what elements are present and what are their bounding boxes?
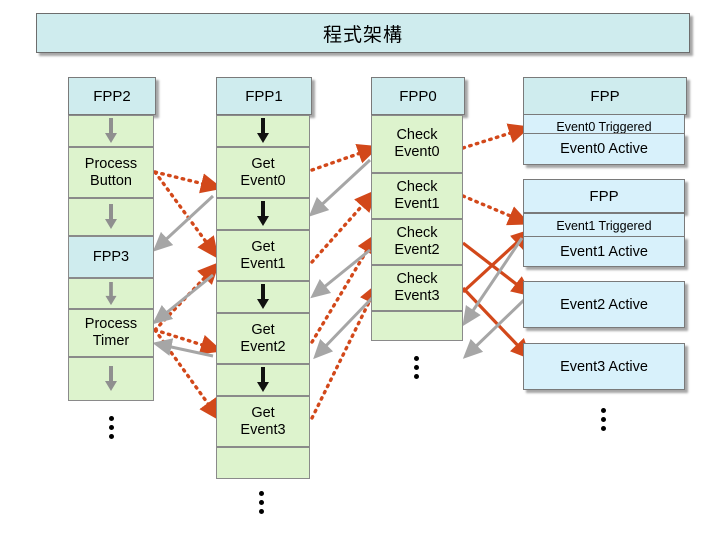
fpp2-arrow-cell-4 <box>68 357 154 401</box>
fpp0-check-event1-label: Check Event1 <box>394 179 440 212</box>
fpp-event1-triggered-label: Event1 Triggered <box>556 218 652 233</box>
fpp0-blank-cell <box>371 311 463 341</box>
column-header-fpp-label: FPP <box>590 87 620 105</box>
fpp-vertical-dots <box>592 404 614 435</box>
down-arrow-icon <box>257 284 269 309</box>
fpp1-arrow-cell-2 <box>216 198 310 230</box>
fpp0-check-event3-label: Check Event3 <box>394 271 440 304</box>
fpp1-get-event0: Get Event0 <box>216 147 310 198</box>
fpp-event0-active: Event0 Active <box>523 133 685 165</box>
fpp-event2-active-label: Event2 Active <box>560 296 648 313</box>
column-header-fpp1: FPP1 <box>216 77 312 115</box>
fpp-event2-active: Event2 Active <box>523 281 685 328</box>
fpp0-check-event2: Check Event2 <box>371 219 463 265</box>
column-header-fpp: FPP <box>523 77 687 115</box>
diagram-canvas: 程式架構 FPP2 FPP1 FPP0 FPP Process Button F… <box>0 0 720 540</box>
fpp2-process-button-label: Process Button <box>84 155 138 189</box>
down-arrow-icon <box>105 204 117 229</box>
fpp1-arrow-cell-4 <box>216 364 310 396</box>
fpp1-get-event1: Get Event1 <box>216 230 310 281</box>
fpp1-get-event3: Get Event3 <box>216 396 310 447</box>
column-header-fpp2-label: FPP2 <box>93 87 131 105</box>
fpp0-check-event0: Check Event0 <box>371 115 463 173</box>
down-arrow-icon <box>105 118 117 143</box>
column-header-fpp2: FPP2 <box>68 77 156 115</box>
fpp2-arrow-cell-2 <box>68 198 154 236</box>
fpp-event3-active: Event3 Active <box>523 343 685 390</box>
fpp2-arrow-cell-1 <box>68 115 154 147</box>
fpp-group-header-2: FPP <box>523 179 685 213</box>
fpp-event0-active-label: Event0 Active <box>560 141 648 157</box>
fpp2-process-button: Process Button <box>68 147 154 198</box>
fpp-event1-triggered: Event1 Triggered <box>523 213 685 238</box>
column-header-fpp0: FPP0 <box>371 77 465 115</box>
fpp1-blank-cell <box>216 447 310 479</box>
down-arrow-icon <box>257 201 269 226</box>
diagram-title-bar: 程式架構 <box>36 13 690 53</box>
fpp0-check-event3: Check Event3 <box>371 265 463 311</box>
fpp2-vertical-dots <box>100 412 122 443</box>
down-arrow-icon <box>257 367 269 392</box>
down-arrow-icon <box>257 118 269 143</box>
fpp-group-header-2-label: FPP <box>589 187 619 205</box>
down-arrow-icon <box>105 281 117 305</box>
fpp0-vertical-dots <box>405 352 427 383</box>
fpp1-arrow-cell-1 <box>216 115 310 147</box>
fpp1-get-event0-label: Get Event0 <box>240 155 286 189</box>
fpp2-fpp3-label: FPP3 <box>92 248 130 265</box>
fpp1-vertical-dots <box>250 487 272 518</box>
fpp1-get-event1-label: Get Event1 <box>240 238 286 272</box>
fpp2-process-timer: Process Timer <box>68 309 154 357</box>
fpp1-arrow-cell-3 <box>216 281 310 313</box>
fpp-event3-active-label: Event3 Active <box>560 358 648 375</box>
fpp0-check-event1: Check Event1 <box>371 173 463 219</box>
fpp1-get-event3-label: Get Event3 <box>240 404 286 438</box>
fpp2-fpp3-box: FPP3 <box>68 236 154 278</box>
fpp2-arrow-cell-3 <box>68 278 154 309</box>
fpp0-check-event0-label: Check Event0 <box>394 127 440 160</box>
column-header-fpp0-label: FPP0 <box>399 87 437 105</box>
fpp2-process-timer-label: Process Timer <box>84 316 138 349</box>
column-header-fpp1-label: FPP1 <box>245 87 283 105</box>
page-title: 程式架構 <box>322 24 403 46</box>
fpp-event1-active-label: Event1 Active <box>560 243 648 260</box>
fpp-event0-triggered-label: Event0 Triggered <box>556 119 652 134</box>
fpp1-get-event2: Get Event2 <box>216 313 310 364</box>
fpp0-check-event2-label: Check Event2 <box>394 225 440 258</box>
fpp-event1-active: Event1 Active <box>523 236 685 267</box>
fpp1-get-event2-label: Get Event2 <box>240 321 286 355</box>
down-arrow-icon <box>105 366 117 391</box>
